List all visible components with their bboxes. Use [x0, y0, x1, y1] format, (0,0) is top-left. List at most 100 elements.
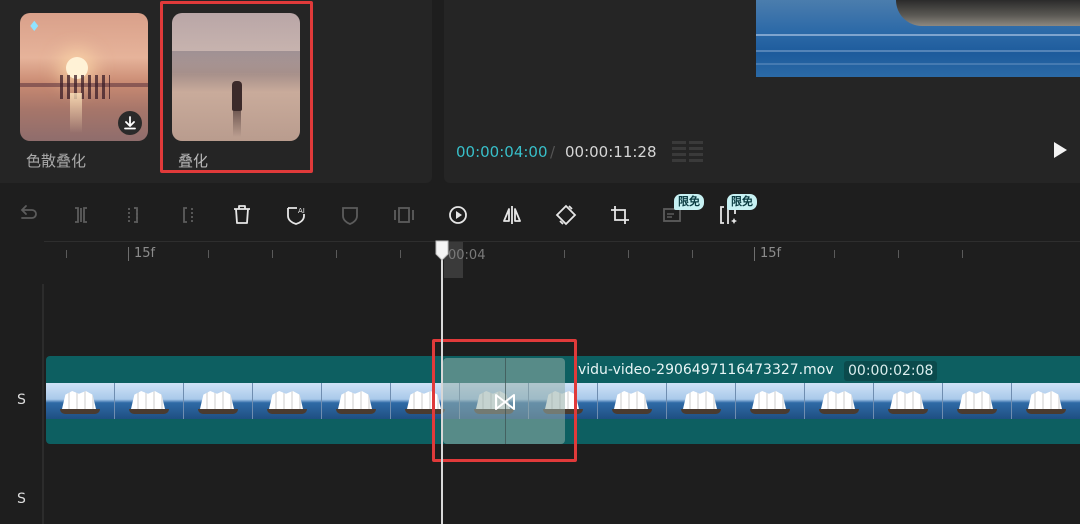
wave-graphic [756, 63, 1080, 65]
ship-sails-graphic [200, 391, 234, 409]
split-icon [75, 207, 87, 223]
clip-frame-thumbnail [667, 383, 736, 419]
ship-sails-graphic [752, 391, 786, 409]
free-badge: 限免 [674, 194, 704, 210]
ruler-tick [400, 250, 401, 258]
ship-hull-graphic [267, 409, 307, 414]
clip-frame-thumbnail [115, 383, 184, 419]
ship-sails-graphic [821, 391, 855, 409]
free-badge: 限免 [727, 194, 757, 210]
ruler-tick [628, 250, 629, 258]
ship-hull-graphic [129, 409, 169, 414]
svg-text:AI: AI [298, 207, 305, 215]
track-divider [42, 284, 44, 524]
clip-frame-thumbnail [253, 383, 322, 419]
clip-frame-thumbnail [1012, 383, 1080, 419]
ship-sails-graphic [1028, 391, 1062, 409]
ship-hull-graphic [1026, 409, 1066, 414]
grid-view-icon[interactable] [672, 139, 704, 163]
reflection-graphic [70, 93, 82, 133]
mask-button[interactable] [338, 203, 362, 227]
mirror-button[interactable] [500, 203, 524, 227]
effect-label-color-dissolve: 色散叠化 [26, 152, 87, 170]
ship-sails-graphic [269, 391, 303, 409]
ship-hull-graphic [750, 409, 790, 414]
split-right-button[interactable] [175, 203, 199, 227]
ship-hull-graphic [198, 409, 238, 414]
undo-icon [20, 205, 37, 219]
ai-mask-icon: AI [287, 207, 305, 225]
playhead-handle[interactable] [434, 240, 450, 262]
ruler-tick [962, 250, 963, 258]
ruler-label-playhead: 00:04 [448, 248, 486, 263]
clip-frame-thumbnail [598, 383, 667, 419]
gem-icon: ♦ [28, 19, 41, 35]
clip-frame-thumbnail [943, 383, 1012, 419]
reverse-button[interactable] [446, 203, 470, 227]
ship-hull-graphic [896, 0, 1080, 26]
ship-sails-graphic [959, 391, 993, 409]
crop-icon [611, 206, 629, 224]
ship-hull-graphic [888, 409, 928, 414]
ship-hull-graphic [612, 409, 652, 414]
highlight-box-effect [160, 1, 313, 173]
ruler-tick [66, 250, 67, 258]
ruler-tick [692, 250, 693, 258]
figures-graphic [60, 75, 110, 99]
track-label: S [17, 491, 26, 507]
clip-frame-thumbnail [184, 383, 253, 419]
split-left-button[interactable] [122, 203, 146, 227]
mirror-icon [503, 206, 521, 224]
ship-hull-graphic [957, 409, 997, 414]
ship-sails-graphic [890, 391, 924, 409]
current-time: 00:00:04:00 [456, 143, 548, 161]
freeze-button[interactable] [392, 203, 416, 227]
clip-frame-thumbnail [322, 383, 391, 419]
edit-toolbar: AI [0, 193, 1080, 239]
timeline-ruler[interactable]: 15f 15f [44, 241, 1080, 278]
ship-hull-graphic [819, 409, 859, 414]
split-right-icon [183, 207, 193, 223]
effect-thumbnail-color-dissolve[interactable]: ♦ [20, 13, 148, 141]
track-label: S [17, 392, 26, 408]
clip-frame-thumbnail [805, 383, 874, 419]
split-button[interactable] [69, 203, 93, 227]
ai-mask-button[interactable]: AI [284, 203, 308, 227]
crop-button[interactable] [608, 203, 632, 227]
freeze-icon [394, 207, 414, 223]
clip-frame-thumbnail [736, 383, 805, 419]
video-preview [756, 0, 1080, 77]
ship-sails-graphic [614, 391, 648, 409]
delete-button[interactable] [230, 203, 254, 227]
wave-graphic [756, 34, 1080, 36]
mask-icon [342, 207, 358, 225]
ruler-tick [208, 250, 209, 258]
ship-hull-graphic [336, 409, 376, 414]
ship-sails-graphic [338, 391, 372, 409]
ruler-tick [564, 250, 565, 258]
split-left-icon [128, 207, 138, 223]
rotate-button[interactable] [554, 203, 578, 227]
download-button[interactable] [118, 111, 142, 135]
clip-filename: vidu-video-2906497116473327.mov [578, 362, 834, 378]
total-time: 00:00:11:28 [565, 143, 657, 161]
ship-sails-graphic [62, 391, 96, 409]
undo-button[interactable] [16, 203, 40, 227]
ruler-label: 15f [128, 247, 155, 261]
clip-frame-thumbnail [46, 383, 115, 419]
ship-hull-graphic [60, 409, 100, 414]
ship-sails-graphic [131, 391, 165, 409]
clip-frame-thumbnail [874, 383, 943, 419]
ship-hull-graphic [681, 409, 721, 414]
delete-icon [234, 205, 250, 224]
playhead-line[interactable] [441, 255, 443, 524]
time-separator: / [550, 143, 556, 161]
ruler-label: 15f [754, 247, 781, 261]
highlight-box-transition [432, 339, 577, 462]
ruler-tick [336, 250, 337, 258]
play-icon[interactable] [1050, 140, 1070, 160]
ruler-tick [898, 250, 899, 258]
ruler-tick [834, 250, 835, 258]
wave-graphic [756, 50, 1080, 52]
ship-sails-graphic [683, 391, 717, 409]
